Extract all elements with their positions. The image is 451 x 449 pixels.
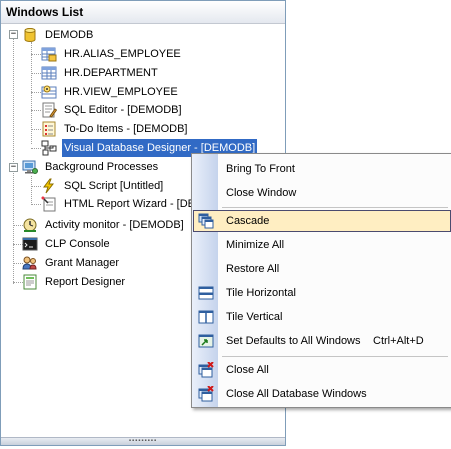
menu-separator [222, 356, 448, 357]
tree-line [31, 54, 41, 55]
tree-line [31, 148, 41, 149]
tree-node-label: SQL Editor - [DEMODB] [64, 104, 182, 116]
menu-item-shortcut: Ctrl+Alt+D [373, 335, 424, 347]
panel-title: Windows List [1, 1, 285, 24]
tree-node-label: CLP Console [45, 238, 110, 250]
tree-line [31, 73, 41, 74]
tree-line [31, 92, 41, 93]
tree-node-label: Report Designer [45, 276, 126, 288]
tree-node-label: HR.VIEW_EMPLOYEE [64, 86, 178, 98]
lightning-icon [41, 178, 57, 194]
table-alias-icon [41, 46, 57, 62]
tree-node-label: Background Processes [45, 161, 159, 173]
menu-separator [222, 207, 448, 208]
tree-node-label: To-Do Items - [DEMODB] [64, 123, 188, 135]
menu-item-label: Tile Vertical [226, 311, 283, 323]
tree-node-label: SQL Script [Untitled] [64, 180, 164, 192]
tree-line [31, 186, 41, 187]
tile-horizontal-icon [198, 285, 214, 301]
tree-line [13, 38, 14, 284]
menu-item-close-window[interactable]: Close Window [193, 182, 451, 204]
menu-item-label: Close All [226, 364, 269, 376]
tree-node-label: HTML Report Wizard - [DE [64, 198, 196, 210]
menu-item-minimize-all[interactable]: Minimize All [193, 234, 451, 256]
tree-node-label: Grant Manager [45, 257, 119, 269]
report-designer-icon [22, 274, 38, 290]
menu-item-label: Minimize All [226, 239, 285, 251]
tree-node-label: HR.ALIAS_EMPLOYEE [64, 48, 181, 60]
cascade-icon [198, 213, 214, 229]
close-all-db-icon [198, 385, 214, 402]
todo-list-icon [41, 121, 57, 137]
report-wizard-icon [41, 196, 57, 212]
menu-item-label: Bring To Front [226, 163, 295, 175]
menu-item-bring-to-front[interactable]: Bring To Front [193, 158, 451, 180]
tree-line [31, 129, 41, 130]
tile-vertical-icon [198, 309, 214, 325]
sql-editor-icon [41, 102, 58, 118]
menu-item-label: Close Window [226, 187, 297, 199]
menu-item-label: Close All Database Windows [226, 388, 367, 400]
set-defaults-icon [198, 333, 214, 349]
tree-line [31, 110, 41, 111]
tree-node-label: HR.DEPARTMENT [64, 67, 158, 79]
menu-item-label: Tile Horizontal [226, 287, 296, 299]
view-icon [41, 84, 57, 100]
menu-item-close-all-database-windows[interactable]: Close All Database Windows [193, 383, 451, 405]
background-processes-icon [22, 159, 38, 175]
console-icon [22, 236, 38, 252]
menu-item-close-all[interactable]: Close All [193, 359, 451, 381]
menu-item-cascade[interactable]: Cascade [193, 210, 451, 232]
menu-item-label: Set Defaults to All Windows [226, 335, 361, 347]
menu-item-restore-all[interactable]: Restore All [193, 258, 451, 280]
database-icon [22, 27, 38, 43]
menu-item-tile-vertical[interactable]: Tile Vertical [193, 306, 451, 328]
table-icon [41, 65, 57, 81]
grant-manager-icon [22, 255, 38, 271]
menu-item-label: Restore All [226, 263, 280, 275]
tree-node-label: Activity monitor - [DEMODB] [45, 219, 184, 231]
resize-grip[interactable]: ▪▪▪▪▪▪▪▪▪ [1, 437, 285, 445]
collapse-toggle[interactable]: − [9, 30, 18, 39]
close-all-icon [198, 361, 214, 378]
menu-item-tile-horizontal[interactable]: Tile Horizontal [193, 282, 451, 304]
tree-line [31, 204, 41, 205]
tree-node-label: DEMODB [45, 29, 94, 41]
menu-item-set-defaults[interactable]: Set Defaults to All Windows Ctrl+Alt+D [193, 330, 451, 352]
tree-line [31, 176, 32, 203]
activity-monitor-icon [22, 217, 38, 233]
menu-item-label: Cascade [226, 215, 270, 227]
context-menu: Bring To Front Close Window Cascade Mini… [191, 153, 451, 408]
collapse-toggle[interactable]: − [9, 163, 18, 172]
database-designer-icon [41, 140, 57, 156]
